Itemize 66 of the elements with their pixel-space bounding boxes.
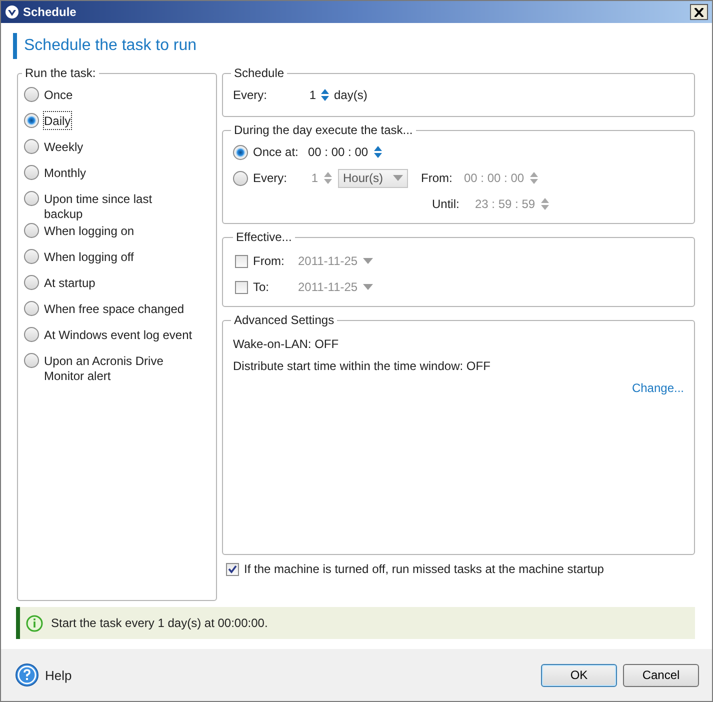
checkbox-label[interactable]: To: bbox=[253, 280, 293, 294]
checkbox-label[interactable]: If the machine is turned off, run missed tasks at the machine startup bbox=[244, 562, 604, 576]
radio-button[interactable] bbox=[24, 223, 39, 238]
close-button[interactable] bbox=[690, 4, 708, 20]
option-label[interactable]: Every: bbox=[253, 171, 303, 185]
option-label[interactable]: Once at: bbox=[253, 145, 303, 159]
setting-text: Distribute start time within the time window: OFF bbox=[233, 359, 492, 373]
spinner-arrows-icon[interactable] bbox=[540, 197, 550, 211]
option-label[interactable]: When logging on bbox=[44, 222, 194, 239]
radio-button[interactable] bbox=[24, 327, 39, 342]
radio-button[interactable] bbox=[24, 249, 39, 264]
window-title: Schedule bbox=[23, 5, 78, 19]
group-title: Advanced Settings bbox=[233, 313, 336, 327]
checkbox[interactable] bbox=[235, 280, 248, 294]
dialog-button[interactable]: Cancel bbox=[623, 664, 699, 686]
field-label: Until: bbox=[432, 197, 460, 211]
change-link[interactable]: Change... bbox=[632, 381, 684, 395]
radio-button[interactable] bbox=[24, 191, 39, 206]
radio-button[interactable] bbox=[233, 145, 248, 160]
field-label: From: bbox=[421, 171, 454, 185]
option-label[interactable]: Daily bbox=[44, 112, 71, 129]
option-label[interactable]: When logging off bbox=[44, 248, 194, 265]
dialog-button[interactable]: OK bbox=[541, 664, 617, 686]
time-value[interactable]: 00 : 00 : 00 bbox=[308, 145, 368, 159]
radio-button[interactable] bbox=[24, 353, 39, 368]
spinner-arrows-icon[interactable] bbox=[373, 145, 384, 159]
radio-button[interactable] bbox=[24, 275, 39, 290]
help-icon[interactable] bbox=[15, 663, 39, 687]
unit-dropdown[interactable]: Hour(s) bbox=[338, 168, 408, 188]
option-label[interactable]: When free space changed bbox=[44, 300, 194, 317]
close-icon bbox=[694, 8, 704, 16]
option-label[interactable]: At Windows event log event bbox=[44, 326, 194, 343]
radio-button[interactable] bbox=[24, 165, 39, 180]
help-link[interactable]: Help bbox=[45, 668, 535, 682]
spinner-arrows-icon[interactable] bbox=[529, 171, 540, 185]
group-title: During the day execute the task... bbox=[233, 123, 414, 137]
page-heading: Schedule the task to run bbox=[13, 33, 695, 59]
checkbox[interactable] bbox=[226, 562, 239, 576]
option-label[interactable]: Upon an Acronis Drive Monitor alert bbox=[44, 352, 194, 384]
radio-button[interactable] bbox=[233, 171, 248, 186]
caret-icon[interactable] bbox=[362, 284, 373, 290]
radio-button[interactable] bbox=[24, 113, 39, 128]
field-label: Every: bbox=[233, 88, 268, 102]
radio-button[interactable] bbox=[24, 87, 39, 102]
option-label[interactable]: Upon time since last backup bbox=[44, 190, 194, 222]
option-label[interactable]: Once bbox=[44, 86, 194, 103]
summary-text: Start the task every 1 day(s) at 00:00:00. bbox=[51, 616, 268, 630]
caret-icon[interactable] bbox=[393, 175, 403, 181]
caret-icon[interactable] bbox=[362, 258, 373, 264]
radio-button[interactable] bbox=[24, 139, 39, 154]
setting-text: Wake-on-LAN: OFF bbox=[233, 337, 340, 351]
option-label[interactable]: Monthly bbox=[44, 164, 194, 181]
option-label[interactable]: At startup bbox=[44, 274, 194, 291]
option-label[interactable]: Weekly bbox=[44, 138, 194, 155]
unit-label: day(s) bbox=[334, 88, 368, 102]
group-title: Run the task: bbox=[24, 66, 97, 80]
radio-button[interactable] bbox=[24, 301, 39, 316]
spinner-arrows-icon[interactable] bbox=[320, 88, 330, 102]
group-title: Schedule bbox=[233, 66, 286, 80]
group-title: Effective... bbox=[235, 230, 293, 244]
spinner-arrows-icon[interactable] bbox=[323, 171, 333, 185]
app-logo-icon bbox=[5, 5, 19, 19]
spin-value[interactable]: 1 bbox=[302, 88, 316, 102]
checkbox-label[interactable]: From: bbox=[253, 254, 293, 268]
checkbox[interactable] bbox=[235, 254, 248, 268]
info-icon bbox=[26, 614, 43, 632]
